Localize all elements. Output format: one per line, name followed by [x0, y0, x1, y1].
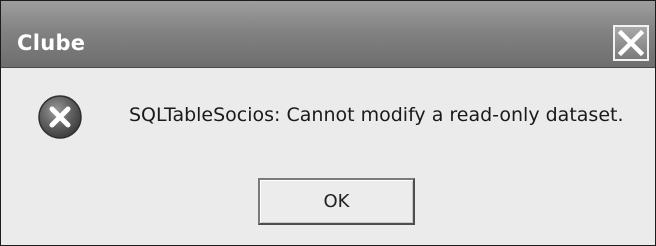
message-dialog: Clube SQLTableSocios: Cannot modify a re… — [0, 0, 656, 246]
ok-button[interactable]: OK — [258, 178, 415, 225]
window-title: Clube — [17, 31, 86, 55]
error-icon — [38, 95, 82, 139]
dialog-body: SQLTableSocios: Cannot modify a read-onl… — [1, 68, 655, 245]
error-message: SQLTableSocios: Cannot modify a read-onl… — [129, 104, 624, 126]
close-icon — [617, 29, 645, 57]
title-bar[interactable]: Clube — [1, 1, 655, 68]
close-button[interactable] — [613, 25, 649, 61]
